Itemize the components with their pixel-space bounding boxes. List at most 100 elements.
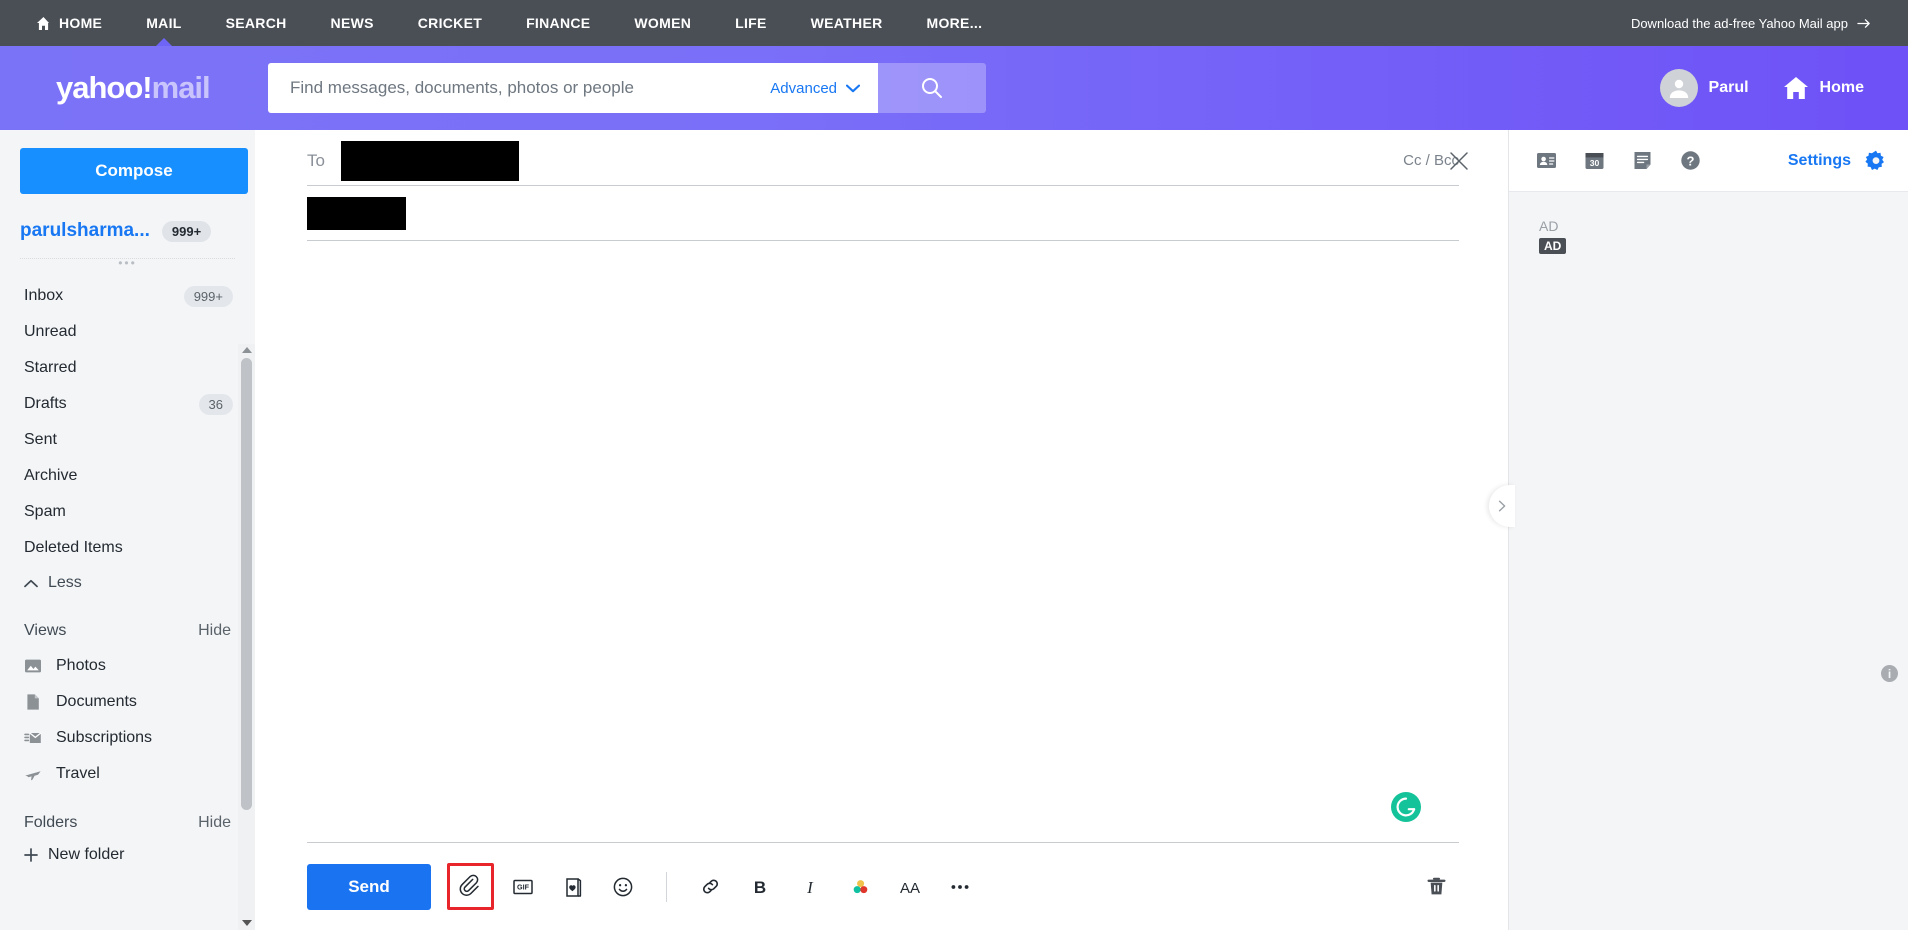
search-area: Advanced [268, 63, 986, 113]
ad-label: AD [1539, 218, 1559, 234]
show-less-label: Less [48, 574, 82, 591]
top-nav-item-mail[interactable]: MAIL [124, 0, 203, 46]
search-input[interactable] [290, 78, 753, 98]
trash-icon[interactable] [1415, 866, 1457, 908]
top-nav-label: NEWS [330, 15, 374, 31]
gif-icon[interactable]: GIF [502, 866, 544, 908]
top-nav-item-weather[interactable]: WEATHER [789, 0, 905, 46]
compose-toolbar: Send GIF B I AA [307, 842, 1459, 930]
send-button[interactable]: Send [307, 863, 431, 910]
new-folder-button[interactable]: New folder [0, 840, 255, 870]
contacts-icon[interactable] [1535, 149, 1558, 172]
close-icon[interactable] [1448, 150, 1470, 172]
grammarly-icon[interactable] [1391, 792, 1421, 822]
main-body: Compose parulsharma... 999+ ••• Inbox 999… [0, 130, 1908, 930]
search-icon [920, 76, 944, 100]
notepad-icon[interactable] [1631, 149, 1654, 172]
sidebar-folder-deleted-items[interactable]: Deleted Items [0, 530, 255, 566]
settings-button[interactable]: Settings [1788, 149, 1888, 173]
top-nav-item-women[interactable]: WOMEN [612, 0, 713, 46]
subject-field-row[interactable] [307, 186, 1459, 241]
folder-label: Drafts [24, 395, 67, 412]
top-nav-item-search[interactable]: SEARCH [204, 0, 309, 46]
subscriptions-icon [24, 729, 44, 747]
top-nav-item-home[interactable]: HOME [22, 0, 124, 46]
download-app-promo[interactable]: Download the ad-free Yahoo Mail app [1631, 16, 1886, 31]
sidebar-view-subscriptions[interactable]: Subscriptions [0, 720, 255, 756]
attach-icon[interactable] [447, 863, 494, 910]
sidebar-folder-inbox[interactable]: Inbox 999+ [0, 278, 255, 314]
info-icon[interactable]: i [1881, 665, 1898, 682]
message-body-editor[interactable] [307, 241, 1459, 842]
right-rail: 30 ? Settings AD AD i [1489, 130, 1908, 930]
search-button[interactable] [878, 63, 986, 113]
top-nav-label: LIFE [735, 15, 767, 31]
calendar-icon[interactable]: 30 [1583, 149, 1606, 172]
top-nav-item-cricket[interactable]: CRICKET [396, 0, 504, 46]
ad-badge: AD [1539, 238, 1567, 254]
advanced-label: Advanced [770, 79, 837, 97]
advertisement-area: AD AD [1509, 192, 1908, 255]
folder-label: Sent [24, 431, 57, 448]
sidebar-scrollbar[interactable] [238, 344, 255, 930]
yahoo-mail-logo[interactable]: yahoo! mail [0, 70, 268, 106]
account-unread-badge: 999+ [161, 220, 212, 242]
top-nav-item-more[interactable]: MORE... [905, 0, 1005, 46]
chevron-up-icon [24, 579, 38, 588]
profile-button[interactable]: Parul [1659, 69, 1749, 107]
more-options-icon[interactable] [939, 866, 981, 908]
help-icon[interactable]: ? [1679, 149, 1702, 172]
views-hide-toggle[interactable]: Hide [198, 622, 231, 640]
link-icon[interactable] [689, 866, 731, 908]
bold-icon[interactable]: B [739, 866, 781, 908]
account-row[interactable]: parulsharma... 999+ [0, 194, 255, 242]
view-label: Documents [56, 693, 137, 710]
folder-count-badge: 36 [198, 393, 233, 415]
chevron-down-icon [846, 84, 860, 93]
italic-icon[interactable]: I [789, 866, 831, 908]
top-nav-item-news[interactable]: NEWS [309, 0, 396, 46]
subject-redacted[interactable] [307, 196, 406, 230]
logo-yahoo-text: yahoo [56, 70, 143, 105]
sidebar-view-travel[interactable]: Travel [0, 756, 255, 792]
sidebar-folder-starred[interactable]: Starred [0, 350, 255, 386]
sidebar-folder-drafts[interactable]: Drafts 36 [0, 386, 255, 422]
top-nav-label: FINANCE [526, 15, 591, 31]
folder-label: Starred [24, 359, 77, 376]
top-nav-label: SEARCH [225, 15, 287, 31]
text-color-icon[interactable] [839, 866, 881, 908]
greeting-card-icon[interactable] [552, 866, 594, 908]
font-size-icon[interactable]: AA [889, 866, 931, 908]
folders-hide-toggle[interactable]: Hide [198, 814, 231, 832]
to-label: To [307, 150, 325, 170]
top-nav-label: MORE... [926, 15, 983, 31]
travel-icon [24, 765, 44, 783]
top-nav-item-life[interactable]: LIFE [713, 0, 789, 46]
sidebar-view-documents[interactable]: Documents [0, 684, 255, 720]
sidebar: Compose parulsharma... 999+ ••• Inbox 999… [0, 130, 255, 930]
emoji-icon[interactable] [602, 866, 644, 908]
avatar [1659, 69, 1698, 107]
advanced-search-toggle[interactable]: Advanced [752, 80, 878, 97]
search-box: Advanced [268, 63, 878, 113]
scroll-down-arrow[interactable] [241, 920, 252, 926]
scroll-up-arrow[interactable] [241, 347, 252, 353]
home-button[interactable]: Home [1783, 76, 1864, 100]
sidebar-view-photos[interactable]: Photos [0, 648, 255, 684]
svg-text:GIF: GIF [517, 882, 530, 891]
top-nav-item-finance[interactable]: FINANCE [504, 0, 612, 46]
compose-button[interactable]: Compose [20, 148, 248, 194]
to-recipient-redacted[interactable] [341, 140, 519, 181]
to-field-row: To Cc / Bcc [307, 130, 1459, 186]
sidebar-folder-archive[interactable]: Archive [0, 458, 255, 494]
sidebar-folder-spam[interactable]: Spam [0, 494, 255, 530]
logo-exclamation: ! [142, 70, 152, 105]
show-less-toggle[interactable]: Less [0, 566, 255, 600]
logo-mail-text: mail [151, 70, 211, 105]
sidebar-folder-unread[interactable]: Unread [0, 314, 255, 350]
folder-count-badge: 999+ [183, 285, 233, 307]
account-name: parulsharma... [20, 220, 150, 241]
scrollbar-thumb[interactable] [241, 358, 252, 810]
views-title: Views [24, 622, 67, 639]
sidebar-folder-sent[interactable]: Sent [0, 422, 255, 458]
